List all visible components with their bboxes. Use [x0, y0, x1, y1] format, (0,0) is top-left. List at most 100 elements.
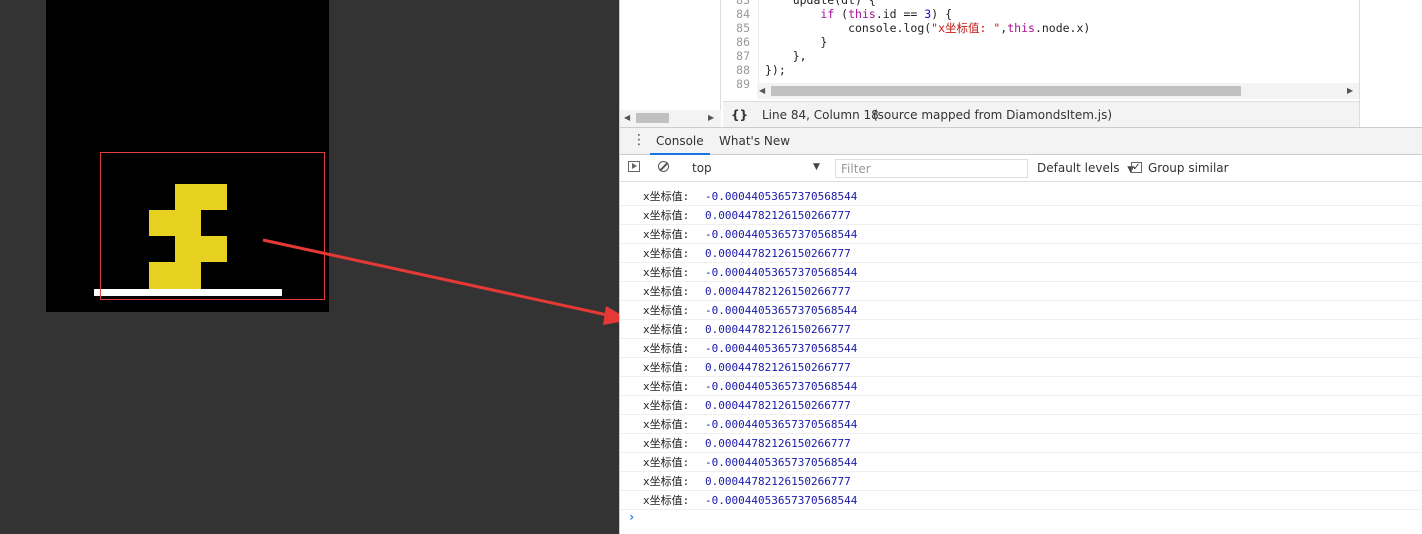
group-similar-checkbox[interactable]: ✓	[1131, 162, 1142, 173]
console-message[interactable]: x坐标值: 0.00044782126150266777	[620, 282, 1422, 301]
context-label: top	[692, 161, 712, 175]
message-label: x坐标值:	[643, 418, 690, 431]
message-value: -0.00044053657370568544	[705, 342, 858, 355]
message-value: -0.00044053657370568544	[705, 380, 858, 393]
code-line: 88});	[723, 63, 786, 77]
message-value: -0.00044053657370568544	[705, 304, 858, 317]
console-message[interactable]: x坐标值: -0.00044053657370568544	[620, 301, 1422, 320]
console-message[interactable]: x坐标值: -0.00044053657370568544	[620, 491, 1422, 510]
sources-panel: ◀ ▶ 83 update(dt) {84 if (this.id == 3) …	[620, 0, 1422, 127]
console-message[interactable]: x坐标值: -0.00044053657370568544	[620, 339, 1422, 358]
console-message[interactable]: x坐标值: 0.00044782126150266777	[620, 244, 1422, 263]
message-value: -0.00044053657370568544	[705, 494, 858, 507]
message-label: x坐标值:	[643, 304, 690, 317]
message-value: 0.00044782126150266777	[705, 437, 851, 450]
group-similar-label: Group similar	[1148, 161, 1229, 175]
scroll-left-icon[interactable]: ◀	[759, 86, 765, 95]
scroll-left-icon[interactable]: ◀	[624, 113, 630, 122]
editor-horizontal-scrollbar[interactable]: ◀ ▶	[757, 83, 1359, 99]
console-message[interactable]: x坐标值: 0.00044782126150266777	[620, 396, 1422, 415]
console-message[interactable]: x坐标值: 0.00044782126150266777	[620, 320, 1422, 339]
code-token: if	[820, 7, 835, 21]
cursor-position: Line 84, Column 18	[762, 108, 879, 122]
more-tools-icon[interactable]: ⋮	[632, 133, 646, 147]
message-value: 0.00044782126150266777	[705, 399, 851, 412]
line-number[interactable]: 85	[723, 21, 759, 35]
message-label: x坐标值:	[643, 285, 690, 298]
code-line: 86 }	[723, 35, 827, 49]
console-message[interactable]: x坐标值: 0.00044782126150266777	[620, 206, 1422, 225]
console-output: x坐标值: -0.00044053657370568544 x坐标值: 0.00044…	[620, 182, 1422, 534]
console-message[interactable]: x坐标值: -0.00044053657370568544	[620, 453, 1422, 472]
line-number[interactable]: 89	[723, 77, 759, 91]
drawer-tab-bar: ⋮ Console What's New	[620, 127, 1422, 155]
message-label: x坐标值:	[643, 399, 690, 412]
message-value: 0.00044782126150266777	[705, 209, 851, 222]
message-label: x坐标值:	[643, 456, 690, 469]
message-value: 0.00044782126150266777	[705, 285, 851, 298]
code-token: .node.x)	[1034, 21, 1091, 35]
message-label: x坐标值:	[643, 190, 690, 203]
line-number[interactable]: 87	[723, 49, 759, 63]
message-value: -0.00044053657370568544	[705, 266, 858, 279]
highlight-box	[100, 152, 325, 300]
message-label: x坐标值:	[643, 228, 690, 241]
dropdown-arrow-icon: ▼	[813, 162, 820, 172]
message-value: 0.00044782126150266777	[705, 361, 851, 374]
console-prompt-icon[interactable]: ›	[628, 510, 635, 524]
console-message[interactable]: x坐标值: -0.00044053657370568544	[620, 415, 1422, 434]
console-message[interactable]: x坐标值: -0.00044053657370568544	[620, 225, 1422, 244]
line-number[interactable]: 88	[723, 63, 759, 77]
message-value: -0.00044053657370568544	[705, 456, 858, 469]
console-message[interactable]: x坐标值: 0.00044782126150266777	[620, 434, 1422, 453]
code-token: }	[765, 35, 828, 49]
message-label: x坐标值:	[643, 323, 690, 336]
message-value: -0.00044053657370568544	[705, 190, 858, 203]
scroll-right-icon[interactable]: ▶	[708, 113, 714, 122]
code-token: .id ==	[875, 7, 925, 21]
tab-whats-new[interactable]: What's New	[719, 128, 790, 155]
log-levels-select[interactable]: Default levels ▼	[1037, 161, 1134, 175]
console-message[interactable]: x坐标值: 0.00044782126150266777	[620, 358, 1422, 377]
pretty-print-icon[interactable]: {}	[731, 108, 748, 122]
console-message[interactable]: x坐标值: -0.00044053657370568544	[620, 187, 1422, 206]
line-number[interactable]: 84	[723, 7, 759, 21]
code-line: 85 console.log("x坐标值: ",this.node.x)	[723, 21, 1090, 35]
filter-input[interactable]	[835, 159, 1028, 178]
console-message[interactable]: x坐标值: 0.00044782126150266777	[620, 472, 1422, 491]
scrollbar-thumb[interactable]	[771, 86, 1241, 96]
context-select[interactable]: top ▼	[690, 159, 820, 177]
console-message[interactable]: x坐标值: -0.00044053657370568544	[620, 263, 1422, 282]
line-number[interactable]: 83	[723, 0, 759, 7]
message-label: x坐标值:	[643, 266, 690, 279]
clear-console-icon[interactable]	[658, 161, 669, 172]
message-label: x坐标值:	[643, 437, 690, 450]
source-map-info: (source mapped from DiamondsItem.js)	[873, 108, 1113, 122]
sidebar-toggle-icon[interactable]	[628, 161, 640, 172]
message-label: x坐标值:	[643, 494, 690, 507]
code-token: ) {	[931, 7, 952, 21]
message-value: 0.00044782126150266777	[705, 475, 851, 488]
console-message[interactable]: x坐标值: -0.00044053657370568544	[620, 377, 1422, 396]
editor-status-bar: {} Line 84, Column 18 (source mapped fro…	[723, 101, 1359, 127]
console-toolbar: top ▼ Default levels ▼ ✓ Group similar	[620, 155, 1422, 182]
message-label: x坐标值:	[643, 380, 690, 393]
code-line: 87 },	[723, 49, 807, 63]
code-token: });	[765, 63, 786, 77]
devtools-panel: ◀ ▶ 83 update(dt) {84 if (this.id == 3) …	[619, 0, 1422, 534]
message-label: x坐标值:	[643, 342, 690, 355]
message-value: 0.00044782126150266777	[705, 247, 851, 260]
message-value: -0.00044053657370568544	[705, 228, 858, 241]
log-levels-label: Default levels	[1037, 161, 1120, 175]
message-label: x坐标值:	[643, 361, 690, 374]
code-token: this	[1007, 21, 1035, 35]
message-label: x坐标值:	[643, 475, 690, 488]
code-token: (	[834, 7, 849, 21]
scrollbar-thumb[interactable]	[636, 113, 669, 123]
code-token: this	[848, 7, 876, 21]
scroll-right-icon[interactable]: ▶	[1347, 86, 1353, 95]
line-number[interactable]: 86	[723, 35, 759, 49]
tab-console[interactable]: Console	[650, 128, 710, 155]
code-line: 84 if (this.id == 3) {	[723, 7, 952, 21]
